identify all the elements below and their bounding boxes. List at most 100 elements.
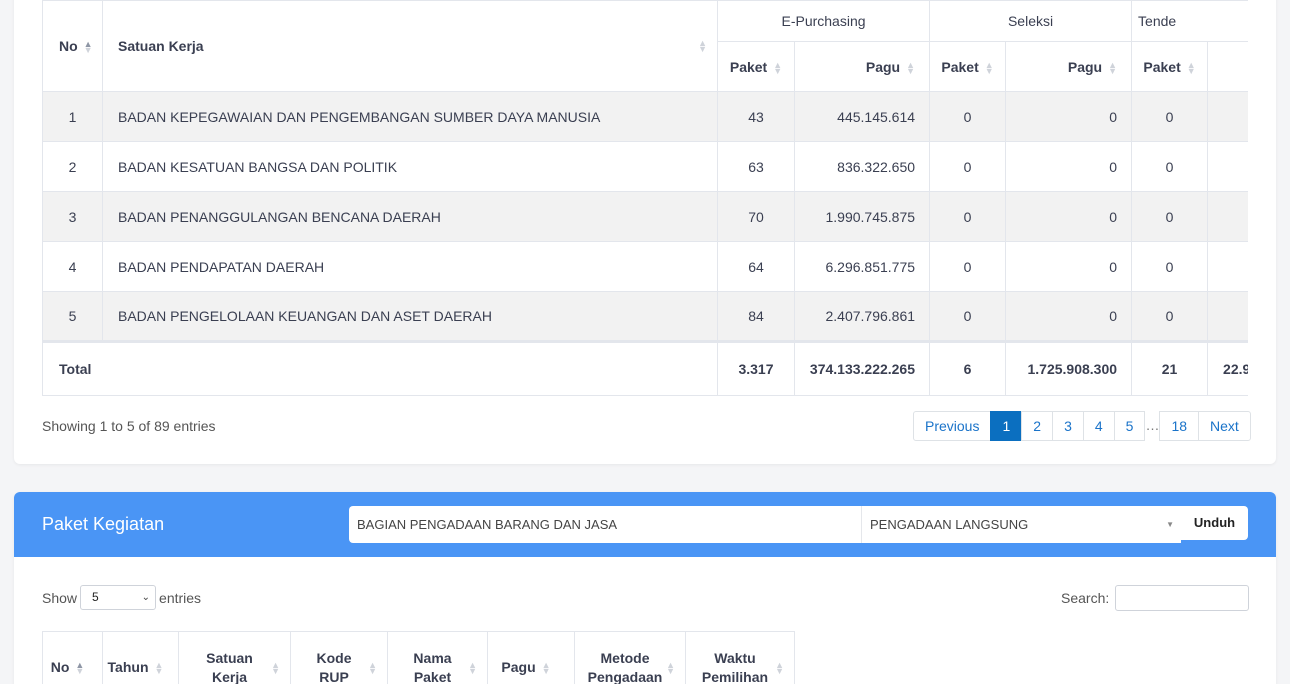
cell-sel-pagu: 0 [1005, 241, 1133, 292]
col-header-satuan-kerja[interactable]: Satuan Kerja ▲ ▼ [178, 631, 291, 684]
col-header-ten-paket[interactable]: Paket ▲ ▼ [1131, 41, 1209, 92]
pagination-page-4[interactable]: 4 [1082, 411, 1115, 441]
pagination-page-last[interactable]: 18 [1159, 411, 1200, 441]
cell-sel-paket: 0 [929, 141, 1007, 192]
paket-kegiatan-title: Paket Kegiatan [42, 514, 165, 534]
search-input[interactable] [1115, 585, 1250, 611]
col-header-no[interactable]: No ▲ ▼ [42, 0, 103, 92]
col-header-sel-paket[interactable]: Paket ▲ ▼ [929, 41, 1007, 92]
total-sel-pagu: 1.725.908.300 [1005, 340, 1133, 396]
cell-ten-paket: 0 [1131, 141, 1209, 192]
table-row: 4 BADAN PENDAPATAN DAERAH 64 6.296.851.7… [42, 241, 1248, 292]
sort-arrows-icon: ▲ ▼ [698, 38, 707, 54]
cell-ten-pagu [1207, 141, 1248, 192]
cell-ten-paket: 0 [1131, 191, 1209, 242]
pagination-page-3[interactable]: 3 [1052, 411, 1084, 441]
page-length-value: 5 [92, 590, 99, 604]
page-length-select[interactable]: 5 ⌄ [80, 585, 157, 610]
cell-sel-pagu: 0 [1005, 141, 1133, 192]
group-header-tender: Tende [1131, 0, 1248, 42]
pagination-page-1[interactable]: 1 [990, 411, 1023, 441]
col-header-waktu-pemilihan[interactable]: Waktu Pemilihan ▲ ▼ [685, 631, 795, 684]
sort-arrows-icon: ▲ ▼ [271, 659, 280, 676]
col-header-no[interactable]: No ▲ ▼ [42, 631, 103, 684]
col-header-sel-pagu[interactable]: Pagu ▲ ▼ [1005, 41, 1133, 92]
cell-no: 3 [42, 191, 103, 242]
paket-kegiatan-header: Paket Kegiatan BAGIAN PENGADAAN BARANG D… [14, 492, 1276, 557]
pagination-page-2[interactable]: 2 [1021, 411, 1054, 441]
col-header-satuan-kerja[interactable]: Satuan Kerja ▲ ▼ [102, 0, 718, 92]
cell-ep-pagu: 836.322.650 [793, 141, 931, 192]
sort-arrows-icon: ▲ ▼ [75, 660, 85, 677]
cell-sel-pagu: 0 [1005, 291, 1133, 342]
cell-ten-pagu [1207, 91, 1248, 142]
entries-label: entries [159, 589, 202, 606]
sort-arrows-icon: ▲ ▼ [775, 659, 784, 676]
cell-ep-paket: 84 [717, 291, 795, 342]
cell-ten-paket: 0 [1131, 91, 1209, 142]
cell-ten-pagu [1207, 291, 1248, 342]
total-label: Total [42, 340, 718, 396]
total-sel-paket: 6 [929, 340, 1007, 396]
col-header-ep-pagu[interactable]: Pagu ▲ ▼ [793, 41, 931, 92]
col-header-metode-pengadaan[interactable]: Metode Pengadaan ▲ ▼ [574, 631, 686, 684]
cell-ten-paket: 0 [1131, 291, 1209, 342]
col-header-ep-paket[interactable]: Paket ▲ ▼ [717, 41, 795, 92]
col-header-ten-pagu[interactable] [1207, 41, 1248, 92]
cell-sel-paket: 0 [929, 91, 1007, 142]
paket-table: No ▲ ▼ Tahun ▲ ▼ Satuan Kerja ▲ ▼ Kode RUP ▲ ▼ Nam… [42, 631, 795, 684]
col-header-kode-rup[interactable]: Kode RUP ▲ ▼ [290, 631, 388, 684]
sort-arrows-icon: ▲ ▼ [984, 59, 994, 76]
table-row: 3 BADAN PENANGGULANGAN BENCANA DAERAH 70… [42, 191, 1248, 242]
cell-ten-pagu [1207, 241, 1248, 292]
table-row: 5 BADAN PENGELOLAAN KEUANGAN DAN ASET DA… [42, 291, 1248, 342]
col-header-nama-paket[interactable]: Nama Paket ▲ ▼ [387, 631, 488, 684]
pagination-ellipsis: … [1145, 417, 1160, 433]
sort-arrows-icon: ▲ ▼ [1186, 59, 1196, 76]
chevron-down-icon: ⌄ [141, 592, 151, 603]
summary-table-wrapper[interactable]: No ▲ ▼ Satuan Kerja ▲ ▼ E-Purchasing Seleksi… [42, 0, 1248, 400]
cell-ep-pagu: 6.296.851.775 [793, 241, 931, 292]
sort-arrows-icon: ▲ ▼ [666, 659, 675, 676]
cell-no: 1 [42, 91, 103, 142]
cell-sel-paket: 0 [929, 291, 1007, 342]
cell-sel-pagu: 0 [1005, 91, 1133, 142]
sort-arrows-icon: ▲ ▼ [83, 39, 93, 56]
sort-arrows-icon: ▲ ▼ [368, 659, 377, 676]
cell-ep-paket: 64 [717, 241, 795, 292]
pagination-previous[interactable]: Previous [913, 411, 992, 441]
caret-down-icon: ▼ [1166, 520, 1174, 529]
cell-ten-paket: 0 [1131, 241, 1209, 292]
col-header-pagu[interactable]: Pagu ▲ ▼ [487, 631, 575, 684]
total-row: Total 3.317 374.133.222.265 6 1.725.908.… [42, 340, 1248, 396]
pagination-page-5[interactable]: 5 [1113, 411, 1146, 441]
search-label: Search: [1061, 590, 1110, 606]
group-header-e-purchasing: E-Purchasing [716, 0, 931, 42]
group-header-seleksi: Seleksi [929, 0, 1133, 42]
sort-arrows-icon: ▲ ▼ [468, 659, 477, 676]
cell-no: 4 [42, 241, 103, 292]
show-label: Show [42, 589, 78, 606]
cell-sel-paket: 0 [929, 241, 1007, 292]
metode-select-value: PENGADAAN LANGSUNG [870, 517, 1029, 532]
sort-arrows-icon: ▲ ▼ [906, 59, 916, 76]
table-row: 1 BADAN KEPEGAWAIAN DAN PENGEMBANGAN SUM… [42, 91, 1248, 142]
sort-arrows-icon: ▲ ▼ [773, 59, 783, 76]
cell-sel-paket: 0 [929, 191, 1007, 242]
cell-no: 5 [42, 291, 103, 342]
sort-arrows-icon: ▲ ▼ [154, 660, 164, 677]
paket-kegiatan-card: Paket Kegiatan BAGIAN PENGADAAN BARANG D… [14, 492, 1276, 684]
cell-ep-pagu: 1.990.745.875 [793, 191, 931, 242]
pagination-next[interactable]: Next [1198, 411, 1251, 441]
search-area: Search: [1061, 585, 1250, 611]
table-row: 2 BADAN KESATUAN BANGSA DAN POLITIK 63 8… [42, 141, 1248, 192]
cell-ep-pagu: 445.145.614 [793, 91, 931, 142]
sort-arrows-icon: ▲ ▼ [541, 660, 551, 677]
cell-no: 2 [42, 141, 103, 192]
col-header-tahun[interactable]: Tahun ▲ ▼ [102, 631, 179, 684]
cell-ep-pagu: 2.407.796.861 [793, 291, 931, 342]
cell-satuan-kerja: BADAN KEPEGAWAIAN DAN PENGEMBANGAN SUMBE… [102, 91, 718, 142]
metode-select[interactable]: PENGADAAN LANGSUNG ▼ [861, 506, 1181, 543]
unduh-button[interactable]: Unduh [1181, 506, 1248, 540]
satker-select[interactable]: BAGIAN PENGADAAN BARANG DAN JASA [349, 506, 861, 543]
